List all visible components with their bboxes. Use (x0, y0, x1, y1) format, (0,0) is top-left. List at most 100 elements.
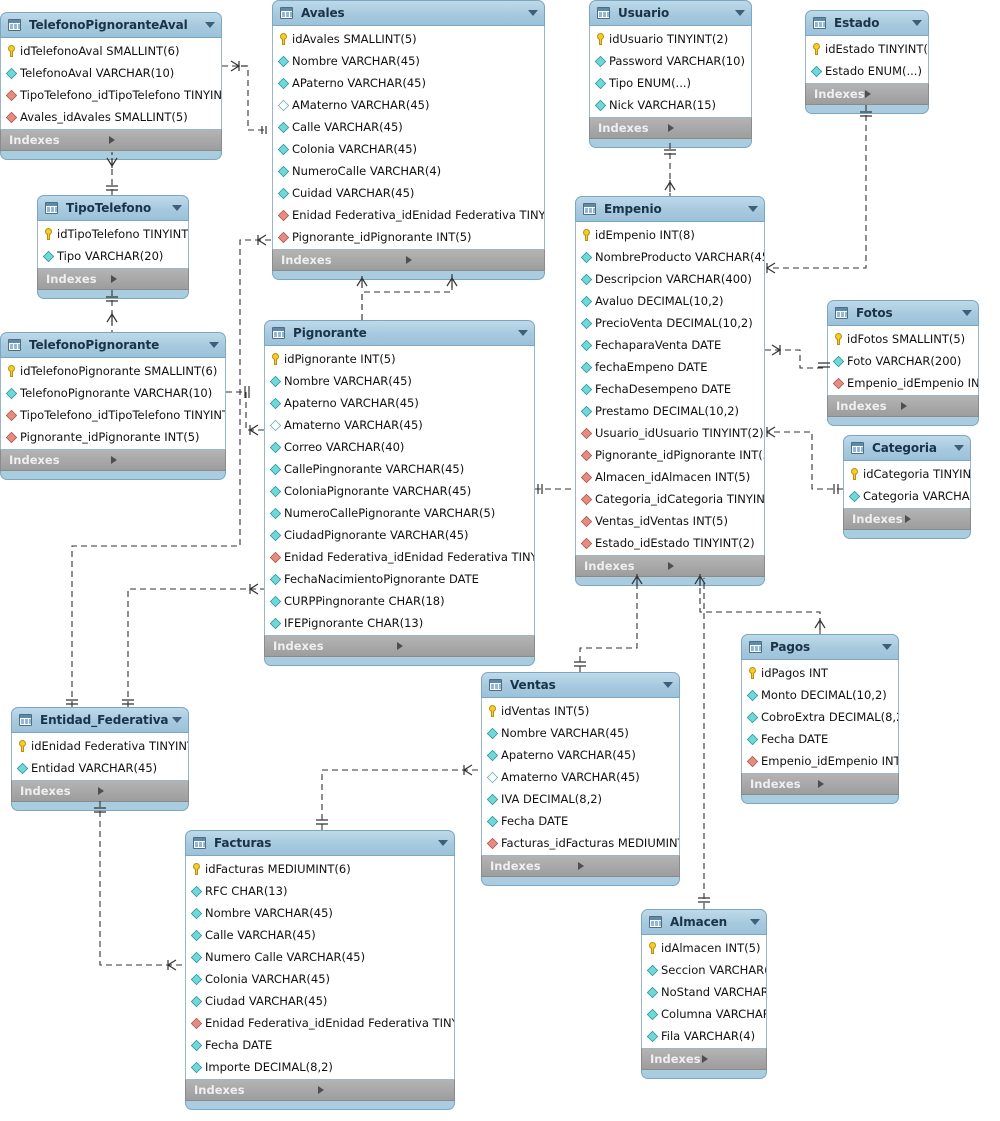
column-row[interactable]: Foto VARCHAR(200) (828, 350, 978, 372)
chevron-down-icon[interactable] (528, 10, 538, 16)
triangle-right-icon[interactable] (864, 90, 921, 98)
chevron-down-icon[interactable] (750, 919, 760, 925)
column-row[interactable]: Categoria VARCHAR(25) (844, 485, 970, 507)
column-row[interactable]: NoStand VARCHAR(4) (642, 981, 766, 1003)
column-row[interactable]: Fecha DATE (742, 728, 898, 750)
table-header[interactable]: Empenio (575, 196, 765, 222)
column-row[interactable]: Descripcion VARCHAR(400) (576, 268, 764, 290)
triangle-right-icon[interactable] (817, 780, 892, 788)
column-row[interactable]: Colonia VARCHAR(45) (186, 968, 454, 990)
table-facturas[interactable]: Facturas idFacturas MEDIUMINT(6) RFC CHAR(… (185, 830, 455, 1110)
column-row[interactable]: NombreProducto VARCHAR(45) (576, 246, 764, 268)
chevron-down-icon[interactable] (209, 342, 219, 348)
column-row[interactable]: TelefonoAval VARCHAR(10) (1, 62, 221, 84)
column-row[interactable]: FechaNacimientoPignorante DATE (265, 568, 534, 590)
indexes-section[interactable]: Indexes (805, 83, 929, 105)
table-pagos[interactable]: Pagos idPagos INT Monto DECIMAL(10,2) Cobro… (741, 634, 899, 804)
column-row-primary-key[interactable]: idEstado TINYINT(2) (806, 38, 928, 60)
column-row-foreign-key[interactable]: Avales_idAvales SMALLINT(5) (1, 106, 221, 128)
column-row-foreign-key[interactable]: Pignorante_idPignorante INT(5) (576, 444, 764, 466)
table-header[interactable]: Pignorante (264, 320, 535, 346)
column-row[interactable]: ColoniaPignorante VARCHAR(45) (265, 480, 534, 502)
table-avales[interactable]: Avales idAvales SMALLINT(5) Nombre VARCHAR… (272, 0, 545, 280)
table-header[interactable]: Avales (272, 0, 545, 26)
column-row-primary-key[interactable]: idFacturas MEDIUMINT(6) (186, 858, 454, 880)
table-header[interactable]: Usuario (589, 0, 752, 26)
column-row[interactable]: CallePingnorante VARCHAR(45) (265, 458, 534, 480)
chevron-down-icon[interactable] (912, 20, 922, 26)
table-header[interactable]: Entidad_Federativa (11, 707, 189, 733)
triangle-right-icon[interactable] (578, 862, 672, 870)
chevron-down-icon[interactable] (962, 310, 972, 316)
column-row[interactable]: Colonia VARCHAR(45) (273, 138, 544, 160)
column-row[interactable]: Numero Calle VARCHAR(45) (186, 946, 454, 968)
column-row[interactable]: Password VARCHAR(10) (590, 50, 751, 72)
table-header[interactable]: Facturas (185, 830, 455, 856)
column-row-primary-key[interactable]: idAlmacen INT(5) (642, 937, 766, 959)
indexes-section[interactable]: Indexes (272, 249, 545, 271)
column-row[interactable]: CobroExtra DECIMAL(8,2) (742, 706, 898, 728)
table-telefonopignoranteaval[interactable]: TelefonoPignoranteAval idTelefonoAval SMA… (0, 12, 222, 160)
column-row[interactable]: Apaterno VARCHAR(45) (482, 744, 679, 766)
indexes-section[interactable]: Indexes (641, 1048, 767, 1070)
column-row[interactable]: Calle VARCHAR(45) (186, 924, 454, 946)
table-header[interactable]: Almacen (641, 909, 767, 935)
chevron-down-icon[interactable] (438, 840, 448, 846)
column-row-primary-key[interactable]: idEnidad Federativa TINYINT(2) (12, 735, 188, 757)
triangle-right-icon[interactable] (668, 124, 744, 132)
triangle-right-icon[interactable] (900, 402, 972, 410)
indexes-section[interactable]: Indexes (589, 117, 752, 139)
indexes-section[interactable]: Indexes (741, 773, 899, 795)
column-row[interactable]: Nombre VARCHAR(45) (273, 50, 544, 72)
column-row[interactable]: Cuidad VARCHAR(45) (273, 182, 544, 204)
column-row[interactable]: Nombre VARCHAR(45) (265, 370, 534, 392)
triangle-right-icon[interactable] (97, 787, 182, 795)
table-header[interactable]: TelefonoPignorante (0, 332, 226, 358)
column-row[interactable]: fechaEmpeno DATE (576, 356, 764, 378)
column-row-foreign-key[interactable]: Enidad Federativa_idEnidad Federativa TI… (273, 204, 544, 226)
triangle-right-icon[interactable] (904, 515, 964, 523)
table-empenio[interactable]: Empenio idEmpenio INT(8) NombreProducto VA… (575, 196, 765, 586)
column-row-primary-key[interactable]: idUsuario TINYINT(2) (590, 28, 751, 50)
column-row-foreign-key[interactable]: Usuario_idUsuario TINYINT(2) (576, 422, 764, 444)
triangle-right-icon[interactable] (108, 136, 215, 144)
column-row-primary-key[interactable]: idTelefonoAval SMALLINT(6) (1, 40, 221, 62)
column-row-primary-key[interactable]: idVentas INT(5) (482, 700, 679, 722)
indexes-section[interactable]: Indexes (185, 1079, 455, 1101)
column-row[interactable]: TelefonoPignorante VARCHAR(10) (1, 382, 225, 404)
column-row[interactable]: NumeroCalle VARCHAR(4) (273, 160, 544, 182)
column-row-foreign-key[interactable]: Estado_idEstado TINYINT(2) (576, 532, 764, 554)
column-row[interactable]: Importe DECIMAL(8,2) (186, 1056, 454, 1078)
chevron-down-icon[interactable] (748, 206, 758, 212)
column-row[interactable]: FechaDesempeno DATE (576, 378, 764, 400)
indexes-section[interactable]: Indexes (11, 780, 189, 802)
indexes-section[interactable]: Indexes (37, 268, 189, 290)
column-row[interactable]: Correo VARCHAR(40) (265, 436, 534, 458)
column-row[interactable]: CURPPingnorante CHAR(18) (265, 590, 534, 612)
table-categoria[interactable]: Categoria idCategoria TINYINT(3) Categoria… (843, 435, 971, 539)
column-row[interactable]: APaterno VARCHAR(45) (273, 72, 544, 94)
column-row-primary-key[interactable]: idAvales SMALLINT(5) (273, 28, 544, 50)
column-row[interactable]: Nombre VARCHAR(45) (186, 902, 454, 924)
chevron-down-icon[interactable] (954, 445, 964, 451)
column-row-primary-key[interactable]: idTelefonoPignorante SMALLINT(6) (1, 360, 225, 382)
column-row[interactable]: Amaterno VARCHAR(45) (265, 414, 534, 436)
table-header[interactable]: Estado (805, 10, 929, 36)
column-row[interactable]: CiudadPignorante VARCHAR(45) (265, 524, 534, 546)
indexes-section[interactable]: Indexes (0, 449, 226, 471)
column-row-primary-key[interactable]: idEmpenio INT(8) (576, 224, 764, 246)
table-header[interactable]: TelefonoPignoranteAval (0, 12, 222, 38)
column-row-primary-key[interactable]: idFotos SMALLINT(5) (828, 328, 978, 350)
column-row[interactable]: Fecha DATE (482, 810, 679, 832)
indexes-section[interactable]: Indexes (481, 855, 680, 877)
column-row[interactable]: Prestamo DECIMAL(10,2) (576, 400, 764, 422)
column-row[interactable]: NumeroCallePignorante VARCHAR(5) (265, 502, 534, 524)
column-row-foreign-key[interactable]: Pignorante_idPignorante INT(5) (1, 426, 225, 448)
table-telefonopignorante[interactable]: TelefonoPignorante idTelefonoPignorante S… (0, 332, 226, 480)
chevron-down-icon[interactable] (735, 10, 745, 16)
column-row[interactable]: IFEPignorante CHAR(13) (265, 612, 534, 634)
column-row-foreign-key[interactable]: Facturas_idFacturas MEDIUMINT(6) (482, 832, 679, 854)
indexes-section[interactable]: Indexes (575, 555, 765, 577)
triangle-right-icon[interactable] (701, 1055, 760, 1063)
column-row-primary-key[interactable]: idTipoTelefono TINYINT(2) (38, 223, 188, 245)
